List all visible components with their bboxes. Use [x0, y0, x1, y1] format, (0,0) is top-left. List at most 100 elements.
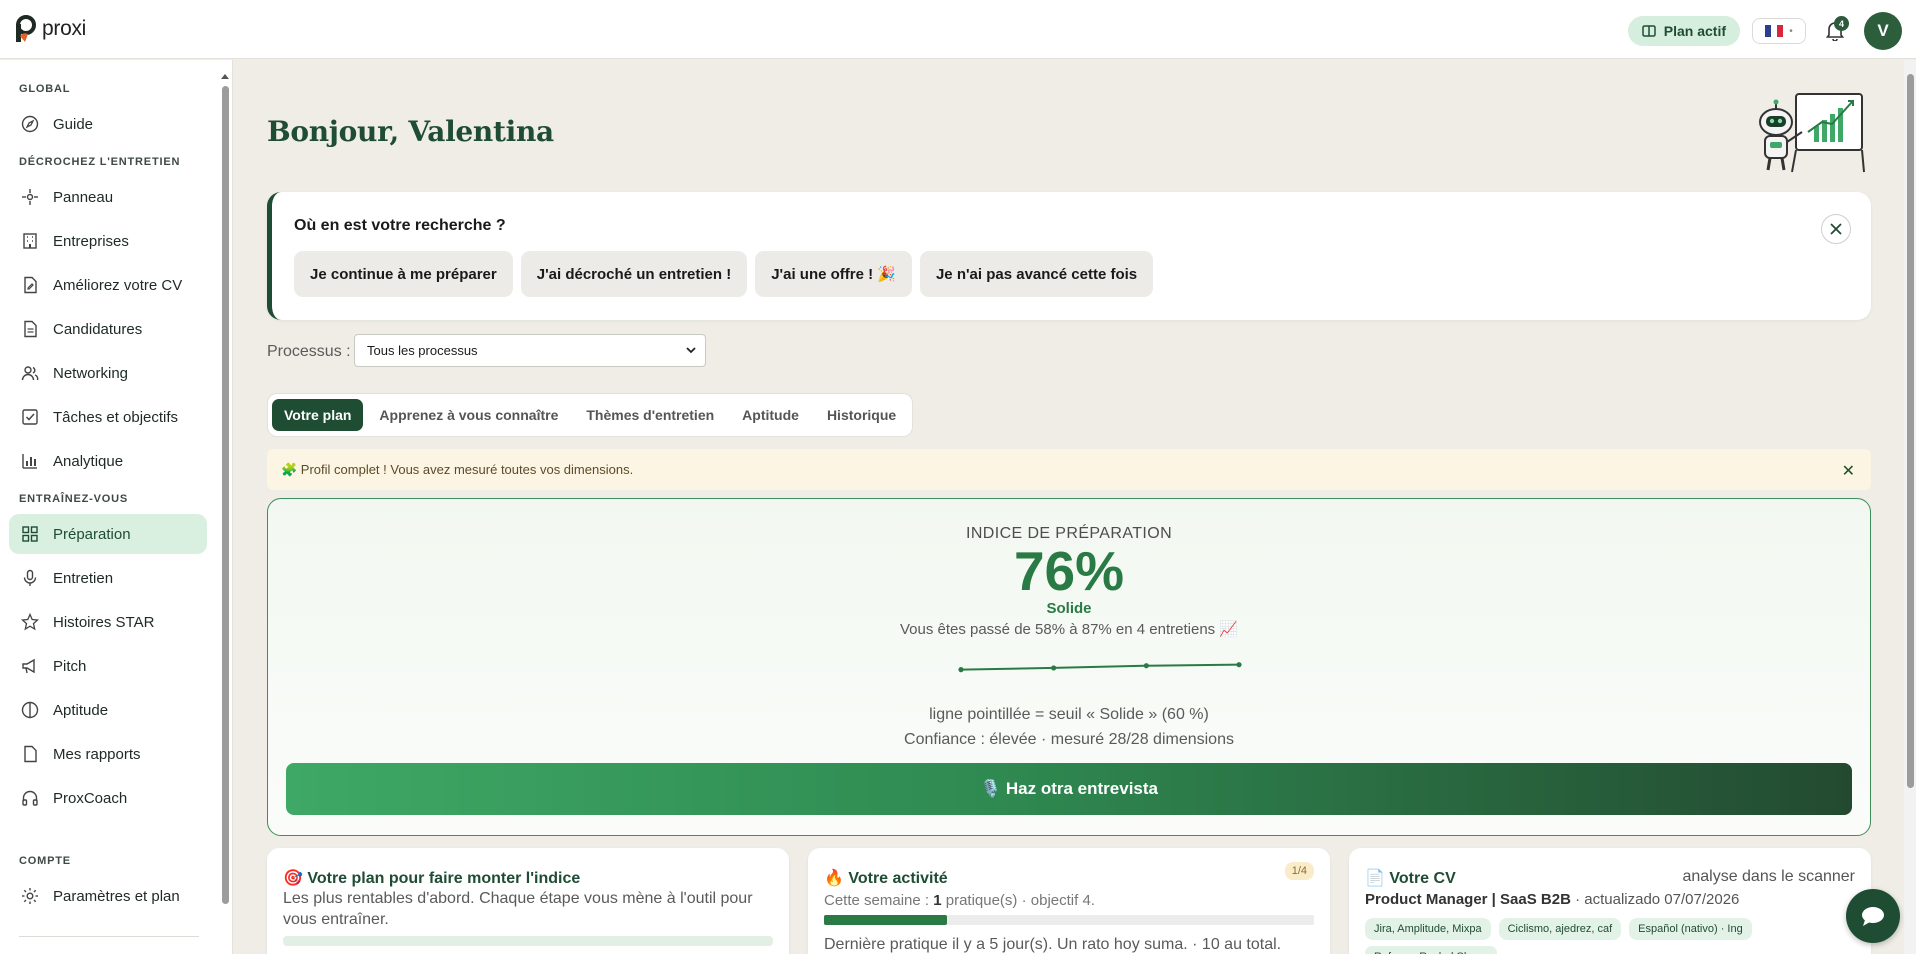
- cv-role-title: Product Manager | SaaS B2B: [1365, 891, 1571, 908]
- plan-status-button[interactable]: Plan actif: [1627, 16, 1740, 46]
- chat-button[interactable]: [1846, 889, 1900, 943]
- choice-got-offer-button[interactable]: J'ai une offre ! 🎉: [755, 251, 912, 297]
- choice-keep-preparing-button[interactable]: Je continue à me préparer: [294, 251, 513, 297]
- headphones-icon: [21, 789, 39, 807]
- main-content: Bonjour, Valentina Où en est votre reche…: [234, 60, 1902, 954]
- scroll-up-arrow-icon[interactable]: [221, 74, 229, 79]
- sidebar-item-label: Histoires STAR: [53, 613, 155, 631]
- sidebar-item-label: Mes rapports: [53, 745, 141, 763]
- sidebar-item-star[interactable]: Histoires STAR: [9, 602, 207, 642]
- plan-card-subtitle: Les plus rentables d'abord. Chaque étape…: [283, 890, 753, 928]
- sidebar-item-label: Analytique: [53, 452, 124, 470]
- readiness-sparkline: [958, 662, 1242, 673]
- plan-status-label: Plan actif: [1663, 23, 1726, 39]
- tab-themes[interactable]: Thèmes d'entretien: [574, 399, 726, 431]
- sidebar-item-networking[interactable]: Networking: [9, 353, 207, 393]
- sidebar-item-label: Préparation: [53, 525, 131, 543]
- plan-card-title: 🎯 Votre plan pour faire monter l'indice: [283, 870, 581, 887]
- sidebar-item-aptitude[interactable]: Aptitude: [9, 690, 207, 730]
- activity-progress-fill: [824, 915, 947, 925]
- target-icon: [21, 188, 39, 206]
- activity-week-text: Cette semaine : 1 pratique(s) · objectif…: [824, 892, 1095, 909]
- sidebar-item-label: Aptitude: [53, 701, 109, 719]
- main-scrollbar[interactable]: [1904, 60, 1916, 954]
- sidebar-scroll-thumb[interactable]: [222, 86, 229, 904]
- sidebar-item-panneau[interactable]: Panneau: [9, 177, 207, 217]
- document-icon: [21, 745, 39, 763]
- checkbox-icon: [21, 408, 39, 426]
- process-filter-select[interactable]: Tous les processus: [354, 334, 706, 367]
- sidebar-item-taches[interactable]: Tâches et objectifs: [9, 397, 207, 437]
- week-count: 1: [933, 892, 942, 909]
- sidebar-item-entretien[interactable]: Entretien: [9, 558, 207, 598]
- sidebar-item-entreprises[interactable]: Entreprises: [9, 221, 207, 261]
- sidebar-item-label: Networking: [53, 364, 129, 382]
- top-bar: proxi Plan actif • 4 V: [0, 0, 1916, 59]
- main-scroll-thumb[interactable]: [1907, 74, 1914, 788]
- sidebar-item-label: Améliorez votre CV: [53, 276, 183, 294]
- sidebar-item-label: Candidatures: [53, 320, 143, 338]
- readiness-card: INDICE DE PRÉPARATION 76% Solide Vous êt…: [267, 498, 1871, 836]
- cv-tags: Jira, Amplitude, Mixpa Ciclismo, ajedrez…: [1365, 918, 1752, 940]
- plan-card: 🎯 Votre plan pour faire monter l'indice …: [267, 848, 789, 954]
- week-prefix: Cette semaine :: [824, 892, 934, 909]
- search-status-question: Où en est votre recherche ?: [294, 217, 506, 234]
- building-icon: [21, 232, 39, 250]
- week-suffix: pratique(s) · objectif 4.: [941, 892, 1095, 909]
- close-notice-button[interactable]: ✕: [1842, 461, 1855, 481]
- cv-card-title: 📄 Votre CV: [1365, 870, 1456, 887]
- close-search-card-button[interactable]: [1821, 214, 1851, 244]
- tab-historique[interactable]: Historique: [815, 399, 908, 431]
- book-icon: [1642, 25, 1656, 37]
- cv-role: Product Manager | SaaS B2B · actualizado…: [1365, 891, 1739, 908]
- sparkline-point: [958, 667, 964, 673]
- microphone-icon: [21, 569, 39, 587]
- sparkline-point: [1051, 665, 1057, 671]
- megaphone-icon: [21, 657, 39, 675]
- threshold-legend: ligne pointillée = seuil « Solide » (60 …: [929, 706, 1209, 723]
- star-icon: [21, 613, 39, 631]
- user-avatar[interactable]: V: [1864, 12, 1902, 50]
- robot-chart-illustration-icon: [1752, 88, 1870, 174]
- sidebar-section-global: GLOBAL: [19, 83, 71, 95]
- gear-icon: [21, 887, 39, 905]
- sidebar-item-candidatures[interactable]: Candidatures: [9, 309, 207, 349]
- sidebar-item-preparation[interactable]: Préparation: [9, 514, 207, 554]
- dropdown-dot-icon: •: [1789, 25, 1793, 37]
- sidebar-item-cv[interactable]: Améliorez votre CV: [9, 265, 207, 305]
- sidebar-item-label: Paramètres et plan: [53, 887, 180, 905]
- choice-got-interview-button[interactable]: J'ai décroché un entretien !: [520, 251, 748, 297]
- file-text-icon: [21, 320, 39, 338]
- chat-bubble-icon: [1862, 907, 1884, 926]
- activity-count-badge: 1/4: [1284, 862, 1314, 880]
- sidebar-item-guide[interactable]: Guide: [9, 104, 207, 144]
- sidebar-item-proxcoach[interactable]: ProxCoach: [9, 778, 207, 818]
- activity-card: 🔥 Votre activité 1/4 Cette semaine : 1 p…: [808, 848, 1330, 954]
- logo[interactable]: proxi: [14, 14, 86, 44]
- sidebar-item-label: ProxCoach: [53, 789, 128, 807]
- sidebar-section-account: COMPTE: [19, 855, 71, 867]
- plan-card-step[interactable]: [283, 936, 773, 946]
- choice-no-progress-button[interactable]: Je n'ai pas avancé cette fois: [919, 251, 1154, 297]
- close-icon: [1830, 223, 1842, 235]
- search-status-card: Où en est votre recherche ? Je continue …: [267, 192, 1871, 320]
- language-selector[interactable]: •: [1752, 18, 1806, 44]
- search-status-choices: Je continue à me préparer J'ai décroché …: [294, 251, 1154, 297]
- sidebar-item-label: Pitch: [53, 657, 87, 675]
- sidebar-scrollbar[interactable]: [220, 72, 230, 946]
- tab-aptitude[interactable]: Aptitude: [730, 399, 811, 431]
- sidebar-item-analytique[interactable]: Analytique: [9, 441, 207, 481]
- sidebar-item-label: Entreprises: [53, 232, 129, 250]
- cv-scanner-link[interactable]: analyse dans le scanner: [1682, 868, 1855, 886]
- sidebar-item-settings[interactable]: Paramètres et plan: [9, 876, 207, 916]
- sidebar-item-rapports[interactable]: Mes rapports: [9, 734, 207, 774]
- bar-chart-icon: [21, 452, 39, 470]
- readiness-value: 76%: [1013, 540, 1125, 602]
- sidebar-item-pitch[interactable]: Pitch: [9, 646, 207, 686]
- notifications-button[interactable]: 4: [1818, 14, 1852, 48]
- sidebar-section-interview: DÉCROCHEZ L'ENTRETIEN: [19, 156, 181, 168]
- tab-votre-plan[interactable]: Votre plan: [272, 399, 364, 431]
- french-flag-icon: [1765, 25, 1784, 37]
- new-interview-button[interactable]: 🎙️ Haz otra entrevista: [286, 763, 1852, 815]
- tab-apprenez[interactable]: Apprenez à vous connaître: [367, 399, 570, 431]
